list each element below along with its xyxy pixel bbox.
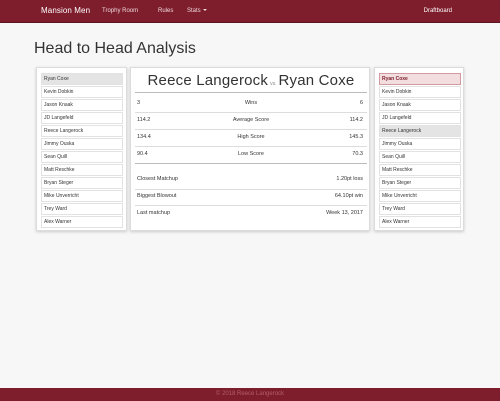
- detail-last: Last matchup Week 13, 2017: [135, 206, 367, 222]
- nav-rules[interactable]: Rules: [158, 8, 173, 14]
- player1-name: Reece Langerock: [147, 72, 269, 89]
- last-label: Last matchup: [137, 210, 171, 216]
- nav-stats-label: Stats: [187, 8, 201, 14]
- detail-closest: Closest Matchup 1.20pt loss: [135, 172, 367, 188]
- stat-row-low: 90.4 Low Score 70.3: [135, 147, 367, 163]
- stat-row-high: 134.4 High Score 145.3: [135, 130, 367, 146]
- brand-link[interactable]: Mansion Men: [41, 6, 90, 15]
- matchup-header: Reece Langerock vs. Ryan Coxe: [131, 72, 371, 90]
- left-player-item[interactable]: Alex Warner: [41, 216, 123, 228]
- divider: [135, 163, 367, 164]
- wins-label: Wins: [244, 100, 258, 106]
- right-player-list: Ryan Coxe Kevin Dobkin Jason Knaak JD La…: [379, 73, 461, 229]
- right-player-item[interactable]: Kevin Dobkin: [379, 86, 461, 98]
- right-player-item[interactable]: JD Langefeld: [379, 112, 461, 124]
- left-player-item[interactable]: Mike Unverricht: [41, 190, 123, 202]
- page-title: Head to Head Analysis: [34, 40, 196, 57]
- right-player-panel: Ryan Coxe Kevin Dobkin Jason Knaak JD La…: [374, 67, 464, 231]
- caret-down-icon: [202, 9, 207, 11]
- comparison-panel: Reece Langerock vs. Ryan Coxe 3 Wins 6 114…: [130, 67, 370, 231]
- left-player-item[interactable]: Trey Ward: [41, 203, 123, 215]
- p2-wins: 6: [359, 100, 363, 106]
- closest-label: Closest Matchup: [137, 176, 178, 182]
- average-label: Average Score: [232, 117, 270, 123]
- divider: [135, 92, 367, 93]
- right-player-item[interactable]: Alex Warner: [379, 216, 461, 228]
- stat-row-average: 114.2 Average Score 114.2: [135, 113, 367, 129]
- footer-copyright: © 2018 Reece Langerock: [215, 391, 285, 397]
- left-player-item[interactable]: Matt Reschke: [41, 164, 123, 176]
- left-player-item[interactable]: Kevin Dobkin: [41, 86, 123, 98]
- footer: © 2018 Reece Langerock: [0, 388, 500, 401]
- left-player-panel: Ryan Coxe Kevin Dobkin Jason Knaak JD La…: [36, 67, 127, 231]
- last-value: Week 13, 2017: [326, 210, 363, 216]
- left-player-item[interactable]: JD Langefeld: [41, 112, 123, 124]
- left-player-item[interactable]: Sean Quill: [41, 151, 123, 163]
- nav-trophy-room[interactable]: Trophy Room: [102, 8, 138, 14]
- stat-row-wins: 3 Wins 6: [135, 96, 367, 112]
- detail-blowout: Biggest Blowout 64.10pt win: [135, 189, 367, 205]
- left-player-item[interactable]: Jimmy Ouska: [41, 138, 123, 150]
- p2-low: 70.3: [352, 151, 363, 157]
- left-player-item[interactable]: Jason Knaak: [41, 99, 123, 111]
- right-player-item[interactable]: Trey Ward: [379, 203, 461, 215]
- high-label: High Score: [237, 134, 265, 140]
- right-player-item[interactable]: Mike Unverricht: [379, 190, 461, 202]
- right-player-item[interactable]: Matt Reschke: [379, 164, 461, 176]
- player2-name: Ryan Coxe: [278, 72, 355, 89]
- p2-high: 145.3: [349, 134, 363, 140]
- navbar: Mansion Men Trophy Room Rules Stats Draf…: [0, 0, 500, 23]
- left-player-item[interactable]: Ryan Coxe: [41, 73, 123, 85]
- p2-average: 114.2: [349, 117, 363, 123]
- blowout-label: Biggest Blowout: [137, 193, 177, 199]
- right-player-item[interactable]: Sean Quill: [379, 151, 461, 163]
- left-player-item[interactable]: Bryan Steger: [41, 177, 123, 189]
- closest-value: 1.20pt loss: [336, 176, 363, 182]
- right-player-item[interactable]: Ryan Coxe: [379, 73, 461, 85]
- low-label: Low Score: [238, 151, 264, 157]
- right-player-item[interactable]: Jason Knaak: [379, 99, 461, 111]
- nav-draftboard[interactable]: Draftboard: [424, 8, 452, 14]
- left-player-item[interactable]: Reece Langerock: [41, 125, 123, 137]
- nav-stats-dropdown[interactable]: Stats: [187, 8, 207, 14]
- right-player-item[interactable]: Bryan Steger: [379, 177, 461, 189]
- vs-label: vs.: [270, 81, 277, 87]
- right-player-item[interactable]: Reece Langerock: [379, 125, 461, 137]
- left-player-list: Ryan Coxe Kevin Dobkin Jason Knaak JD La…: [41, 73, 123, 229]
- blowout-value: 64.10pt win: [334, 193, 363, 199]
- right-player-item[interactable]: Jimmy Ouska: [379, 138, 461, 150]
